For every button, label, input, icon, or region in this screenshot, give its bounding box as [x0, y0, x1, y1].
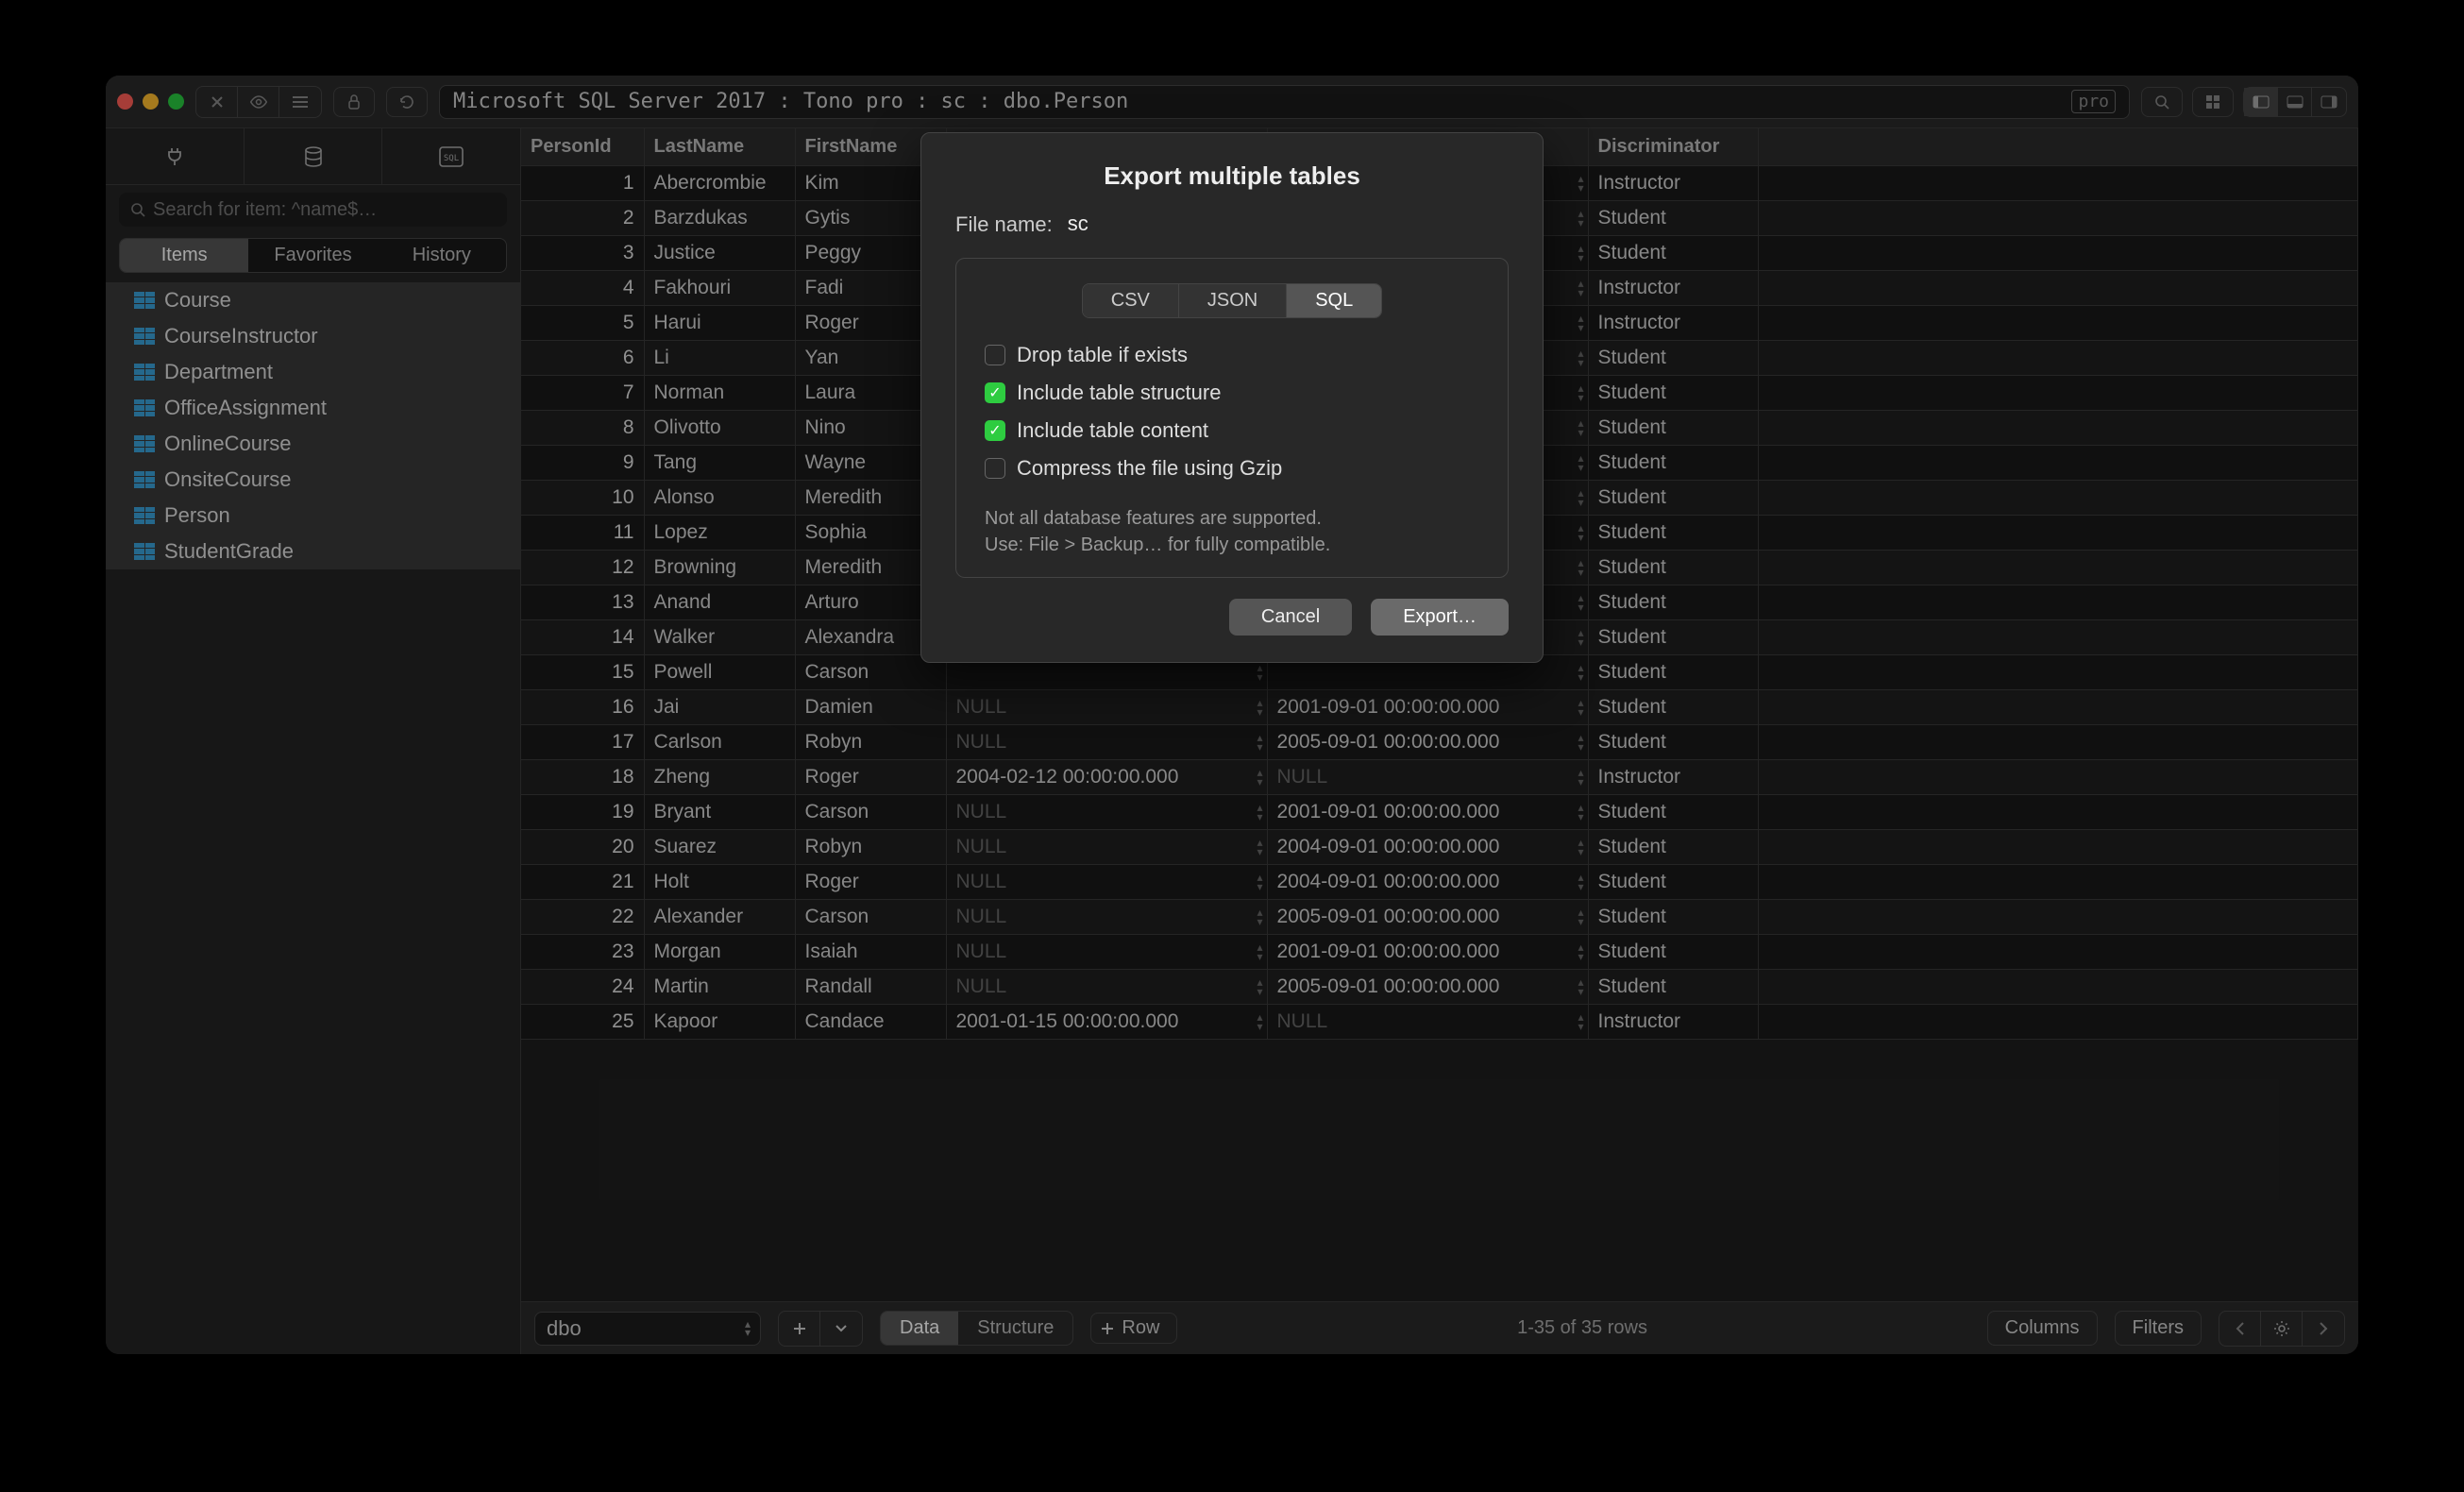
opt-compress[interactable]: Compress the file using Gzip	[985, 456, 1479, 481]
modal-overlay: Export multiple tables File name: CSV JS…	[106, 76, 2358, 1354]
opt-include-structure-label: Include table structure	[1017, 381, 1221, 405]
checkbox-icon: ✓	[985, 382, 1005, 403]
opt-compress-label: Compress the file using Gzip	[1017, 456, 1282, 481]
opt-include-content[interactable]: ✓ Include table content	[985, 418, 1479, 443]
format-csv[interactable]: CSV	[1083, 284, 1179, 317]
export-note-l2: Use: File > Backup… for fully compatible…	[985, 532, 1479, 558]
format-segment: CSV JSON SQL	[1082, 283, 1383, 318]
app-window: Microsoft SQL Server 2017 : Tono pro : s…	[106, 76, 2358, 1354]
checkbox-icon	[985, 345, 1005, 365]
export-modal: Export multiple tables File name: CSV JS…	[920, 132, 1544, 663]
checkbox-icon: ✓	[985, 420, 1005, 441]
format-json[interactable]: JSON	[1179, 284, 1287, 317]
export-note: Not all database features are supported.…	[985, 505, 1479, 558]
opt-drop-table[interactable]: Drop table if exists	[985, 343, 1479, 367]
checkbox-icon	[985, 458, 1005, 479]
filename-input[interactable]	[1068, 212, 1509, 237]
modal-actions: Cancel Export…	[955, 599, 1509, 636]
export-note-l1: Not all database features are supported.	[985, 505, 1479, 532]
checkbox-group: Drop table if exists ✓ Include table str…	[985, 343, 1479, 481]
filename-row: File name:	[955, 212, 1509, 237]
filename-label: File name:	[955, 212, 1053, 237]
opt-include-content-label: Include table content	[1017, 418, 1208, 443]
export-options-box: CSV JSON SQL Drop table if exists ✓ Incl…	[955, 258, 1509, 578]
opt-drop-table-label: Drop table if exists	[1017, 343, 1188, 367]
modal-title: Export multiple tables	[955, 161, 1509, 191]
opt-include-structure[interactable]: ✓ Include table structure	[985, 381, 1479, 405]
format-sql[interactable]: SQL	[1287, 284, 1381, 317]
cancel-button[interactable]: Cancel	[1229, 599, 1352, 636]
export-button[interactable]: Export…	[1371, 599, 1509, 636]
